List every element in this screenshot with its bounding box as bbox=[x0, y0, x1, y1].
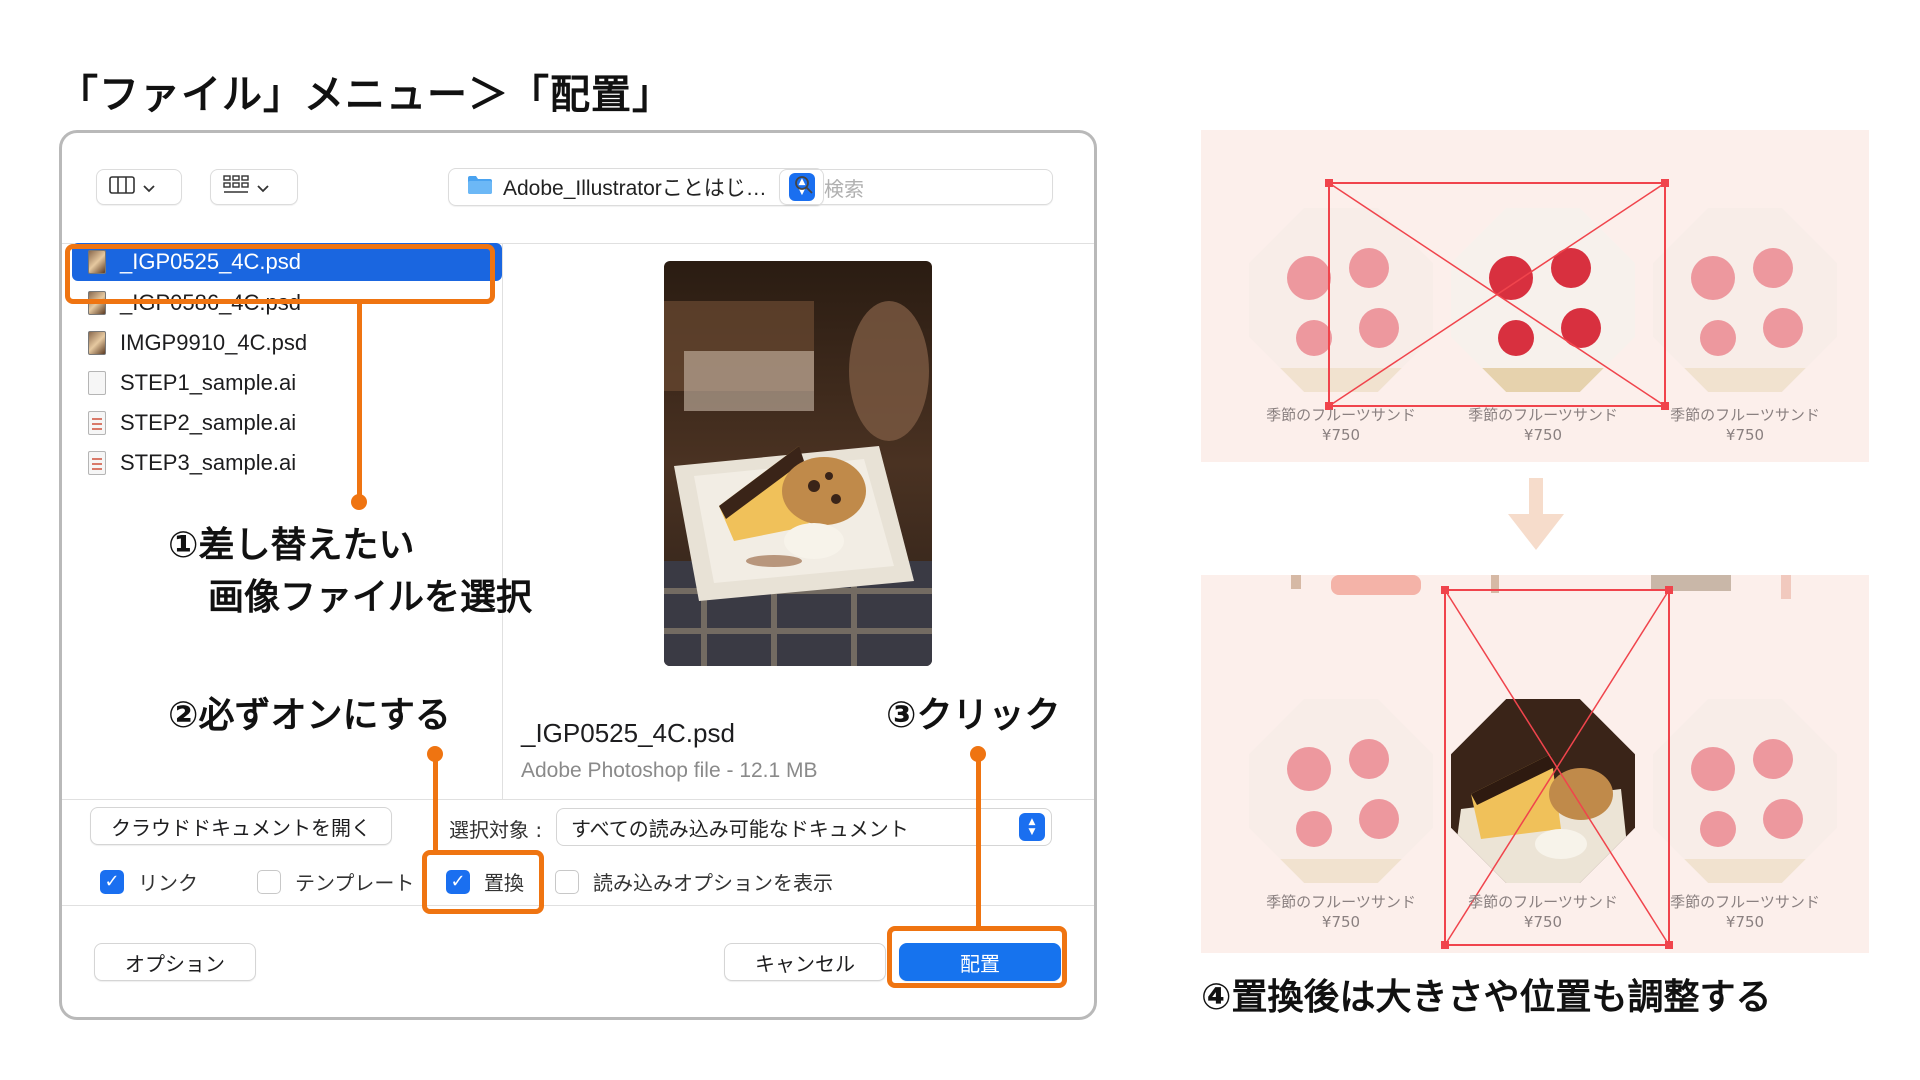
connector-line bbox=[433, 756, 438, 852]
step2-note: ②必ずオンにする bbox=[168, 695, 451, 736]
preview-filename: _IGP0525_4C.psd bbox=[521, 718, 735, 748]
group-mode-button[interactable] bbox=[210, 169, 298, 205]
product-name: 季節のフルーツサンド bbox=[1266, 406, 1416, 424]
product-name: 季節のフルーツサンド bbox=[1468, 406, 1618, 424]
checkbox-empty-icon bbox=[257, 869, 281, 894]
sidebar-divider bbox=[502, 244, 503, 799]
highlight-place-button bbox=[887, 926, 1067, 988]
product-name: 季節のフルーツサンド bbox=[1266, 893, 1416, 911]
search-placeholder: 検索 bbox=[824, 176, 864, 201]
file-name: IMGP9910_4C.psd bbox=[120, 330, 308, 355]
file-name: STEP3_sample.ai bbox=[120, 450, 297, 475]
folder-icon bbox=[467, 175, 493, 200]
footer-divider bbox=[62, 905, 1094, 906]
checkbox-empty-icon bbox=[555, 869, 579, 894]
grid-view-icon bbox=[223, 175, 249, 199]
file-type-value: すべての読み込み可能なドキュメント bbox=[571, 816, 909, 841]
checkmark-icon: ✓ bbox=[100, 869, 124, 894]
file-name: STEP1_sample.ai bbox=[120, 370, 297, 395]
connector-dot bbox=[351, 494, 367, 510]
product-name: 季節のフルーツサンド bbox=[1468, 893, 1618, 911]
file-row[interactable]: STEP2_sample.ai bbox=[72, 403, 502, 443]
step4-note: ④置換後は大きさや位置も調整する bbox=[1201, 977, 1772, 1018]
show-import-options-checkbox[interactable]: 読み込みオプションを表示 bbox=[555, 867, 833, 896]
highlight-replace-checkbox bbox=[422, 850, 544, 914]
product-price: ¥750 bbox=[1321, 426, 1361, 444]
connector-line bbox=[357, 304, 362, 499]
file-row[interactable]: STEP1_sample.ai bbox=[72, 363, 502, 403]
before-layout-panel: 季節のフルーツサンド ¥750 季節のフルーツサンド ¥750 季節のフルーツサ… bbox=[1201, 130, 1869, 462]
checkbox-label: 読み込みオプションを表示 bbox=[593, 871, 833, 895]
view-mode-button[interactable] bbox=[96, 169, 182, 205]
arrow-down-icon bbox=[1508, 478, 1564, 550]
document-file-icon bbox=[88, 411, 106, 435]
location-popup[interactable]: Adobe_Illustratorことはじ… ▲ ▼ bbox=[448, 168, 824, 206]
preview-file-info: Adobe Photoshop file - 12.1 MB bbox=[521, 759, 818, 782]
options-divider bbox=[62, 799, 1094, 800]
file-name: STEP2_sample.ai bbox=[120, 410, 297, 435]
checkbox-label: テンプレート bbox=[295, 871, 415, 895]
chevron-down-icon bbox=[257, 178, 269, 197]
updown-chevron-icon: ▲ ▼ bbox=[1019, 813, 1045, 841]
step1-note-line1: ①差し替えたい bbox=[168, 525, 415, 566]
after-layout-panel: 季節のフルーツサンド ¥750 季節のフルーツサンド ¥750 季節のフルーツサ… bbox=[1201, 575, 1869, 953]
checkbox-label: リンク bbox=[138, 871, 198, 895]
highlight-file-selection bbox=[65, 244, 495, 304]
search-icon bbox=[794, 175, 814, 200]
product-name: 季節のフルーツサンド bbox=[1670, 406, 1820, 424]
product-name: 季節のフルーツサンド bbox=[1670, 893, 1820, 911]
file-row[interactable]: IMGP9910_4C.psd bbox=[72, 323, 502, 363]
file-row[interactable]: STEP3_sample.ai bbox=[72, 443, 502, 483]
options-button[interactable]: オプション bbox=[94, 943, 256, 981]
product-price: ¥750 bbox=[1725, 426, 1765, 444]
document-file-icon bbox=[88, 451, 106, 475]
product-price: ¥750 bbox=[1523, 426, 1563, 444]
link-checkbox[interactable]: ✓ リンク bbox=[100, 867, 198, 896]
preview-image bbox=[664, 261, 932, 666]
template-checkbox[interactable]: テンプレート bbox=[257, 867, 414, 896]
step3-note: ③クリック bbox=[886, 695, 1061, 736]
filter-label: 選択対象 : bbox=[449, 818, 543, 842]
step1-note-line2: 画像ファイルを選択 bbox=[208, 577, 533, 618]
product-price: ¥750 bbox=[1725, 913, 1765, 931]
photo-file-icon bbox=[88, 331, 106, 355]
location-label: Adobe_Illustratorことはじ… bbox=[503, 177, 767, 200]
cancel-button[interactable]: キャンセル bbox=[724, 943, 886, 981]
open-cloud-documents-button[interactable]: クラウドドキュメントを開く bbox=[90, 807, 392, 845]
search-field[interactable]: 検索 bbox=[779, 169, 1053, 205]
connector-line bbox=[976, 756, 981, 930]
page-title: 「ファイル」メニュー＞「配置」 bbox=[58, 72, 673, 118]
product-price: ¥750 bbox=[1523, 913, 1563, 931]
document-file-icon bbox=[88, 371, 106, 395]
chevron-down-icon bbox=[143, 178, 155, 197]
columns-view-icon bbox=[109, 176, 135, 198]
product-price: ¥750 bbox=[1321, 913, 1361, 931]
